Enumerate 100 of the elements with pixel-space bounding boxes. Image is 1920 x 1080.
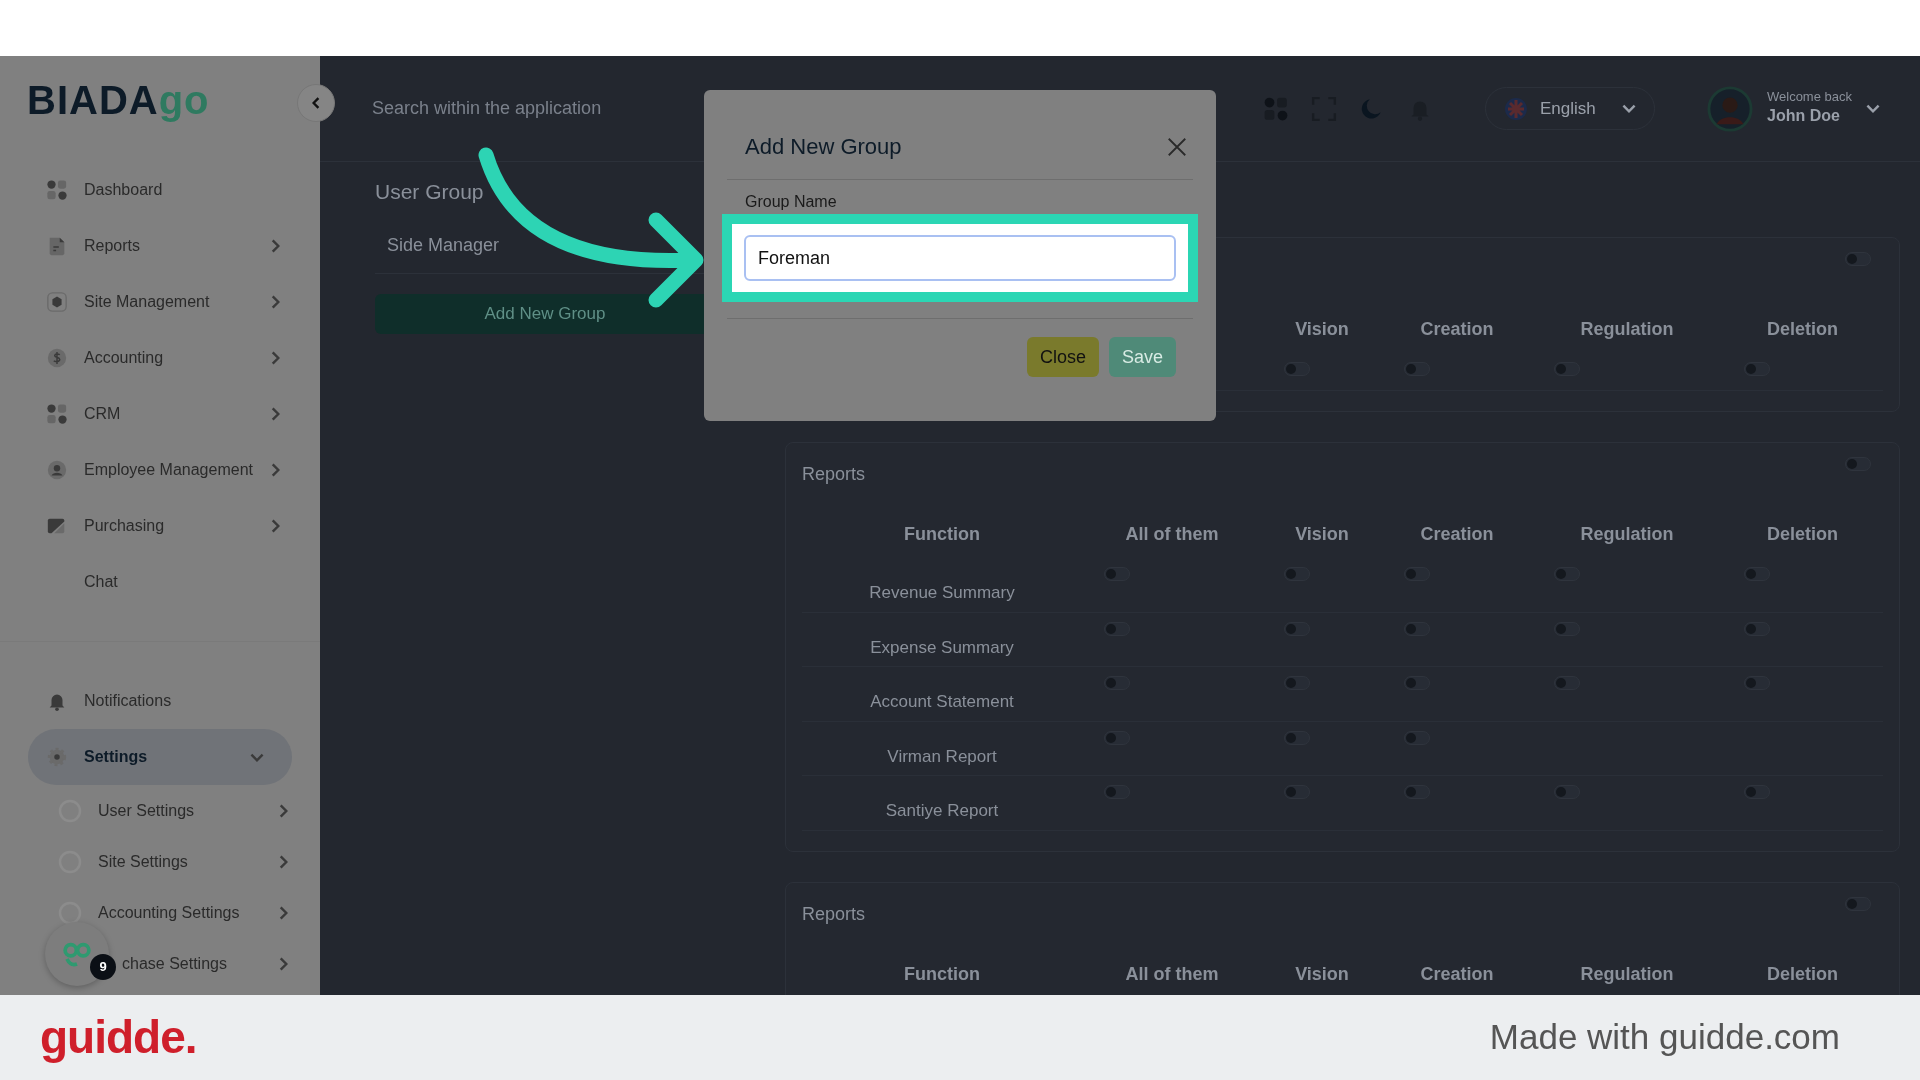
toggle-switch[interactable] bbox=[1845, 252, 1871, 266]
toggle-switch[interactable] bbox=[1554, 362, 1580, 376]
function-cell: Santiye Report bbox=[802, 776, 1082, 831]
toggle-switch[interactable] bbox=[1554, 621, 1580, 636]
column-header: Deletion bbox=[1766, 962, 1839, 986]
chevron-right-icon bbox=[279, 854, 288, 869]
toggle-switch[interactable] bbox=[1744, 362, 1770, 376]
section-title: Reports bbox=[802, 903, 866, 924]
chevron-down-icon bbox=[250, 752, 264, 762]
submenu-item[interactable]: Accounting Settings bbox=[98, 903, 240, 921]
page-title: User Group bbox=[375, 179, 484, 205]
grid-icon bbox=[46, 403, 68, 425]
toggle-switch[interactable] bbox=[1554, 567, 1580, 581]
toggle-switch[interactable] bbox=[1845, 457, 1871, 471]
avatar-icon bbox=[1707, 85, 1753, 132]
sidebar-item[interactable]: CRM bbox=[0, 386, 320, 442]
sidebar-item[interactable]: Site Management bbox=[0, 274, 320, 330]
toggle-switch[interactable] bbox=[1404, 362, 1430, 376]
brand-logo: guidde. bbox=[40, 1010, 197, 1065]
toggle-switch[interactable] bbox=[1284, 785, 1310, 799]
close-button[interactable]: Close bbox=[1026, 337, 1099, 377]
column-header: Creation bbox=[1419, 523, 1495, 546]
close-icon bbox=[1166, 135, 1188, 158]
user-name: John Doe bbox=[1767, 106, 1841, 127]
cube-icon bbox=[46, 291, 68, 313]
toggle-switch[interactable] bbox=[1104, 676, 1130, 690]
column-header: All of them bbox=[1124, 962, 1220, 986]
sidebar-item[interactable]: Reports bbox=[0, 218, 320, 274]
modal-title: Add New Group bbox=[745, 133, 902, 161]
function-cell: Expense Summary bbox=[802, 612, 1082, 667]
greeting-text: Welcome back bbox=[1767, 88, 1852, 105]
save-button[interactable]: Save bbox=[1108, 337, 1176, 377]
column-header: All of them bbox=[1124, 523, 1220, 546]
column-header: Creation bbox=[1419, 962, 1495, 986]
chevron-right-icon bbox=[271, 463, 280, 477]
column-header: Vision bbox=[1294, 318, 1350, 341]
logo: BIADAgo bbox=[27, 78, 210, 122]
submenu-item[interactable]: chase Settings bbox=[122, 954, 227, 972]
chevron-right-icon bbox=[271, 519, 280, 533]
column-header: Regulation bbox=[1579, 318, 1675, 341]
toggle-switch[interactable] bbox=[1404, 567, 1430, 581]
sidebar-item[interactable]: Accounting bbox=[0, 330, 320, 386]
toggle-switch[interactable] bbox=[1845, 896, 1871, 911]
toggle-switch[interactable] bbox=[1284, 676, 1310, 690]
chevron-down-icon bbox=[1866, 104, 1880, 113]
sidebar-item[interactable]: Settings bbox=[28, 729, 292, 785]
column-header: Creation bbox=[1419, 318, 1495, 341]
column-header: Regulation bbox=[1579, 962, 1675, 986]
sidebar-item[interactable]: Notifications bbox=[0, 673, 320, 729]
function-cell: Revenue Summary bbox=[802, 558, 1082, 613]
toggle-switch[interactable] bbox=[1284, 362, 1310, 376]
dollar-icon bbox=[46, 347, 68, 369]
chevron-right-icon bbox=[279, 905, 288, 920]
group-name-field[interactable]: Foreman bbox=[744, 235, 1176, 281]
toggle-switch[interactable] bbox=[1744, 676, 1770, 690]
chevron-right-icon bbox=[279, 956, 288, 971]
toggle-switch[interactable] bbox=[1284, 730, 1310, 745]
sidebar-item[interactable]: Employee Management bbox=[0, 442, 320, 498]
toggle-switch[interactable] bbox=[1104, 785, 1130, 799]
sidebar-item[interactable]: Purchasing bbox=[0, 498, 320, 554]
toggle-switch[interactable] bbox=[1554, 676, 1580, 690]
column-header: Deletion bbox=[1766, 318, 1839, 341]
chevron-right-icon bbox=[271, 351, 280, 365]
function-cell: Account Statement bbox=[802, 667, 1082, 722]
column-header: Vision bbox=[1294, 962, 1350, 986]
person-icon bbox=[46, 459, 68, 481]
sidebar-item[interactable]: Chat bbox=[0, 554, 320, 610]
chevron-right-icon bbox=[271, 295, 280, 309]
column-header: Regulation bbox=[1579, 523, 1675, 546]
toggle-switch[interactable] bbox=[1284, 621, 1310, 636]
chevron-right-icon bbox=[279, 803, 288, 818]
toggle-switch[interactable] bbox=[1744, 785, 1770, 799]
toggle-switch[interactable] bbox=[1284, 567, 1310, 581]
toggle-switch[interactable] bbox=[1104, 621, 1130, 636]
sidebar-item[interactable]: Dashboard bbox=[0, 162, 320, 218]
section-title: Reports bbox=[802, 464, 866, 484]
chevron-left-icon bbox=[312, 97, 320, 109]
toggle-switch[interactable] bbox=[1404, 676, 1430, 690]
toggle-switch[interactable] bbox=[1104, 730, 1130, 745]
field-label: Group Name bbox=[745, 192, 837, 212]
submenu-item[interactable]: Site Settings bbox=[98, 852, 188, 870]
chevron-right-icon bbox=[271, 407, 280, 421]
submenu-item[interactable]: User Settings bbox=[98, 801, 195, 819]
column-header: Deletion bbox=[1766, 523, 1839, 546]
toggle-switch[interactable] bbox=[1554, 785, 1580, 799]
toggle-switch[interactable] bbox=[1404, 621, 1430, 636]
column-header: Function bbox=[903, 523, 981, 546]
search-field[interactable]: Search within the application bbox=[370, 94, 970, 123]
grid-icon bbox=[46, 179, 68, 201]
toggle-switch[interactable] bbox=[1404, 785, 1430, 799]
toggle-switch[interactable] bbox=[1104, 567, 1130, 581]
chevron-down-icon bbox=[1622, 104, 1636, 113]
chevron-right-icon bbox=[271, 239, 280, 253]
toggle-switch[interactable] bbox=[1744, 621, 1770, 636]
column-header: Function bbox=[903, 962, 981, 986]
column-header: Vision bbox=[1294, 523, 1350, 546]
credit-text: Made with guidde.com bbox=[1489, 1016, 1840, 1059]
close-button[interactable] bbox=[1166, 135, 1188, 158]
toggle-switch[interactable] bbox=[1404, 730, 1430, 745]
toggle-switch[interactable] bbox=[1744, 567, 1770, 581]
